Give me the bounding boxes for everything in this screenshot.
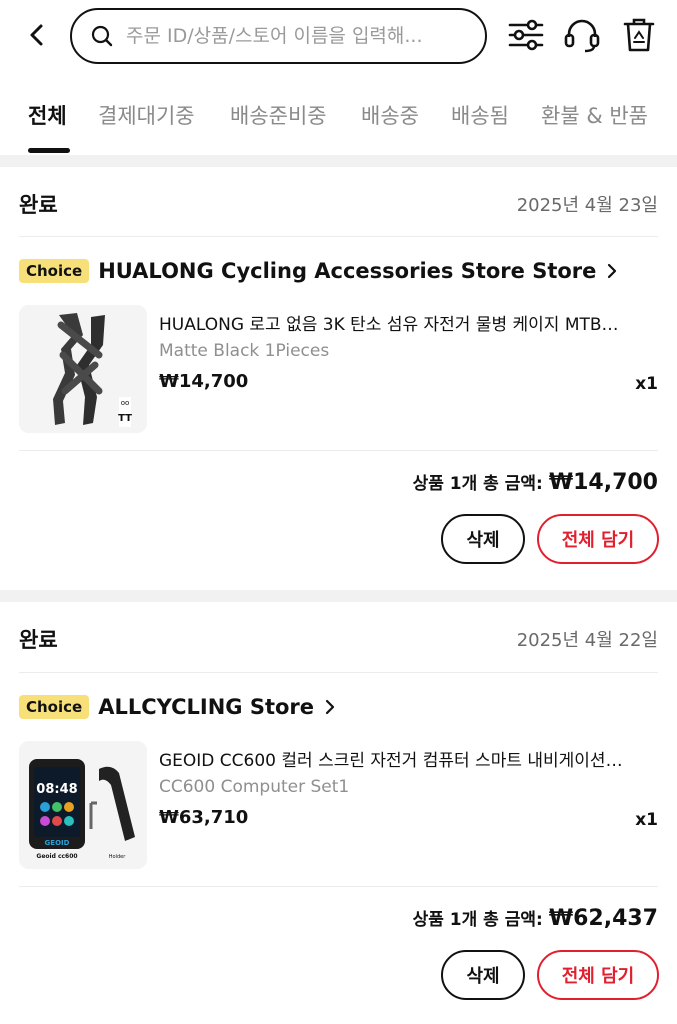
- active-tab-indicator: [28, 148, 70, 153]
- device-time: 08:48: [36, 782, 77, 797]
- product-thumbnail[interactable]: oo TT: [19, 305, 147, 433]
- product-variant: CC600 Computer Set1: [159, 777, 350, 797]
- svg-text:oo: oo: [121, 399, 130, 407]
- filter-icon[interactable]: [507, 16, 545, 54]
- tab-refund-return[interactable]: 환불 & 반품: [541, 100, 648, 130]
- product-quantity: x1: [635, 810, 658, 830]
- section-gap: [0, 590, 677, 602]
- search-box[interactable]: [70, 8, 487, 64]
- add-all-to-cart-button[interactable]: 전체 담기: [537, 950, 659, 1000]
- search-icon: [91, 25, 113, 47]
- product-title[interactable]: HUALONG 로고 없음 3K 탄소 섬유 자전거 물병 케이지 MTB…: [159, 310, 649, 335]
- store-name: HUALONG Cycling Accessories Store Store: [98, 259, 597, 283]
- svg-text:TT: TT: [118, 413, 132, 424]
- order-status: 완료: [19, 628, 58, 652]
- holder-caption: Holder: [109, 854, 126, 860]
- order-total: 상품 1개 총 금액: ₩62,437: [413, 905, 658, 931]
- choice-badge: Choice: [19, 695, 90, 719]
- product-price: ₩63,710: [159, 807, 249, 828]
- search-input[interactable]: [126, 25, 466, 47]
- top-bar: [0, 0, 677, 72]
- product-thumbnail[interactable]: 08:48 GEOID Geoid cc600 Holder: [19, 741, 147, 869]
- headset-icon[interactable]: [563, 16, 601, 54]
- store-name: ALLCYCLING Store: [98, 695, 315, 719]
- trash-icon[interactable]: [620, 16, 658, 54]
- tab-preparing[interactable]: 배송준비중: [230, 100, 327, 130]
- device-caption: Geoid cc600: [36, 853, 77, 860]
- chevron-right-icon: [325, 699, 335, 715]
- tab-all[interactable]: 전체: [28, 100, 67, 130]
- back-icon[interactable]: [22, 20, 52, 50]
- section-gap: [0, 155, 677, 167]
- store-link[interactable]: Choice HUALONG Cycling Accessories Store…: [19, 256, 618, 286]
- delete-button[interactable]: 삭제: [441, 514, 525, 564]
- divider: [19, 672, 658, 673]
- divider: [19, 886, 658, 887]
- bike-computer-image: 08:48 GEOID Geoid cc600 Holder: [19, 741, 147, 869]
- device-brand: GEOID: [45, 839, 70, 847]
- total-label: 상품 1개 총 금액:: [412, 910, 543, 930]
- product-price: ₩14,700: [159, 371, 249, 392]
- order-card: 완료 2025년 4월 23일 Choice HUALONG Cycling A…: [0, 167, 677, 590]
- total-label: 상품 1개 총 금액:: [412, 474, 543, 494]
- add-all-to-cart-button[interactable]: 전체 담기: [537, 514, 659, 564]
- bottle-cage-image: oo TT: [19, 305, 147, 433]
- order-tabs: 전체 결제대기중 배송준비중 배송중 배송됨 환불 & 반품: [0, 90, 677, 154]
- tab-pending-payment[interactable]: 결제대기중: [98, 100, 195, 130]
- order-date: 2025년 4월 22일: [516, 630, 658, 651]
- product-variant: Matte Black 1Pieces: [159, 341, 330, 361]
- tab-delivered[interactable]: 배송됨: [451, 100, 509, 130]
- order-total: 상품 1개 총 금액: ₩14,700: [413, 469, 658, 495]
- delete-button[interactable]: 삭제: [441, 950, 525, 1000]
- product-title[interactable]: GEOID CC600 컬러 스크린 자전거 컴퓨터 스마트 내비게이션…: [159, 746, 649, 771]
- choice-badge: Choice: [19, 259, 90, 283]
- divider: [19, 450, 658, 451]
- store-link[interactable]: Choice ALLCYCLING Store: [19, 692, 336, 722]
- product-quantity: x1: [635, 374, 658, 394]
- order-status: 완료: [19, 193, 58, 217]
- chevron-right-icon: [608, 263, 617, 279]
- total-amount: ₩14,700: [548, 470, 658, 495]
- order-card: 완료 2025년 4월 22일 Choice ALLCYCLING Store …: [0, 602, 677, 1024]
- tab-shipping[interactable]: 배송중: [361, 100, 419, 130]
- divider: [19, 236, 658, 237]
- order-date: 2025년 4월 23일: [516, 195, 658, 216]
- total-amount: ₩62,437: [548, 906, 658, 931]
